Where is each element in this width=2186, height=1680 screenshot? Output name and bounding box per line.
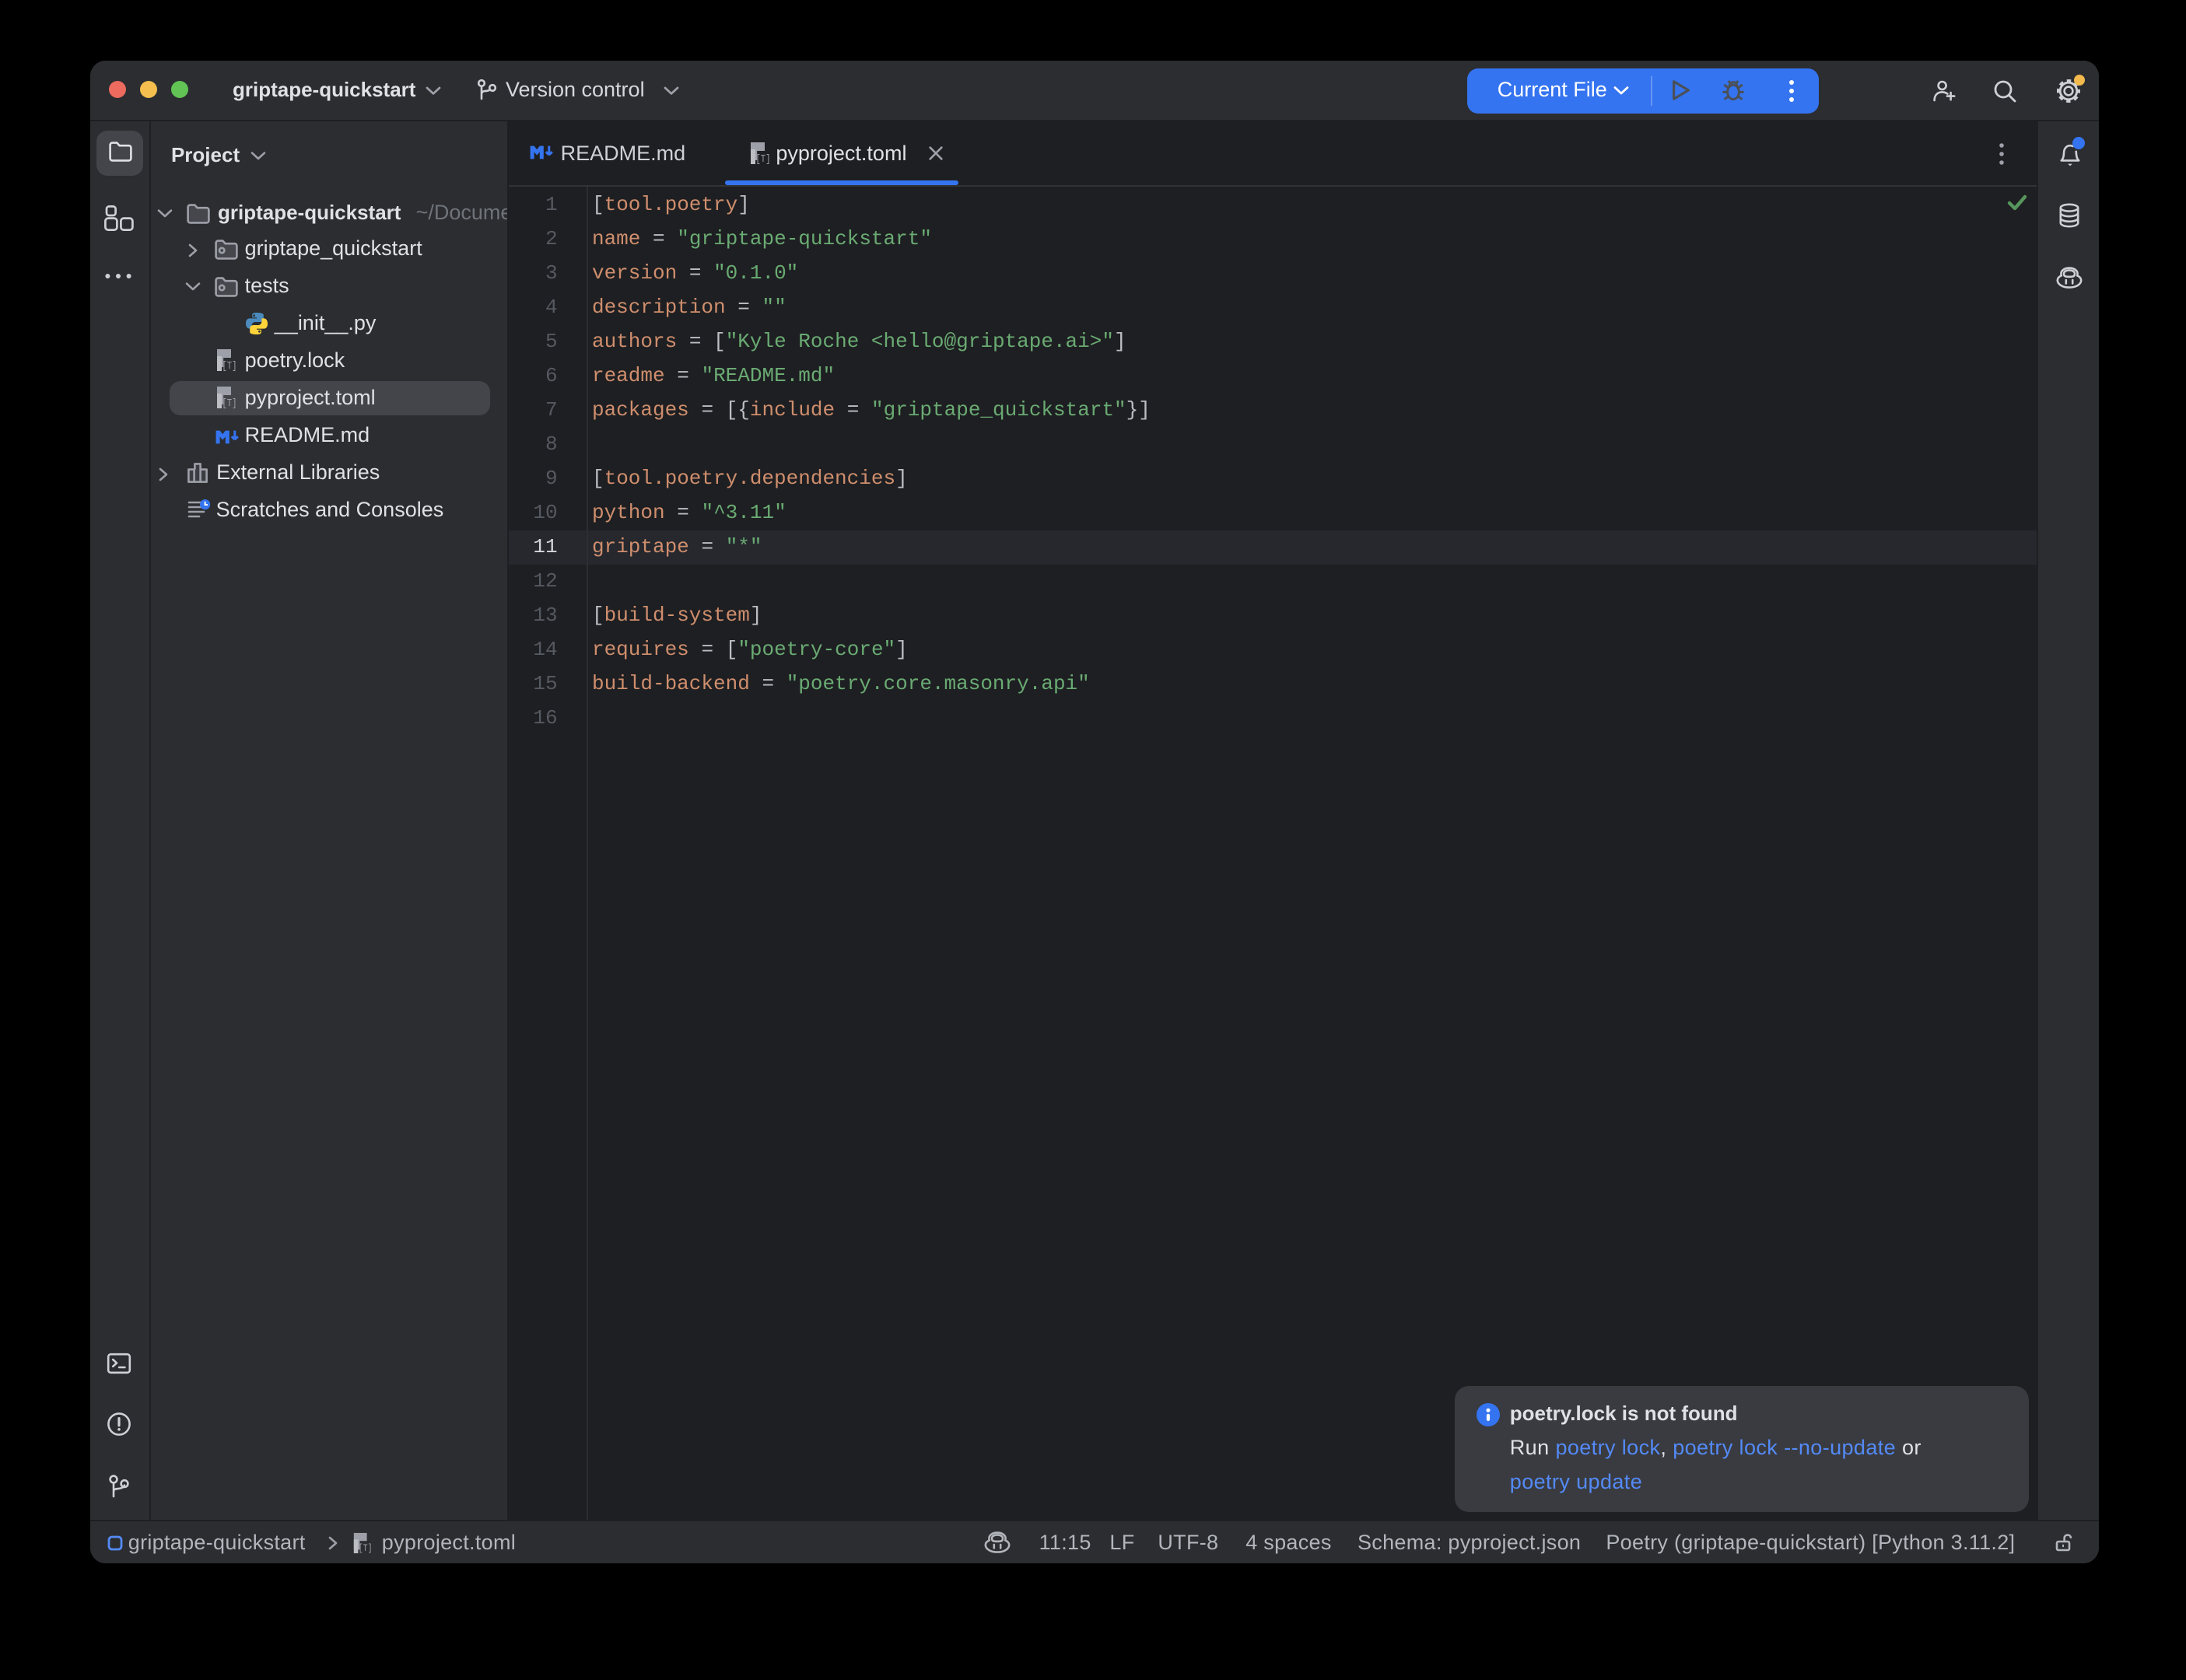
svg-text:[T]: [T] [222,361,237,373]
svg-text:[T]: [T] [222,398,237,410]
svg-text:[T]: [T] [756,153,771,165]
svg-text:[T]: [T] [359,1542,373,1553]
